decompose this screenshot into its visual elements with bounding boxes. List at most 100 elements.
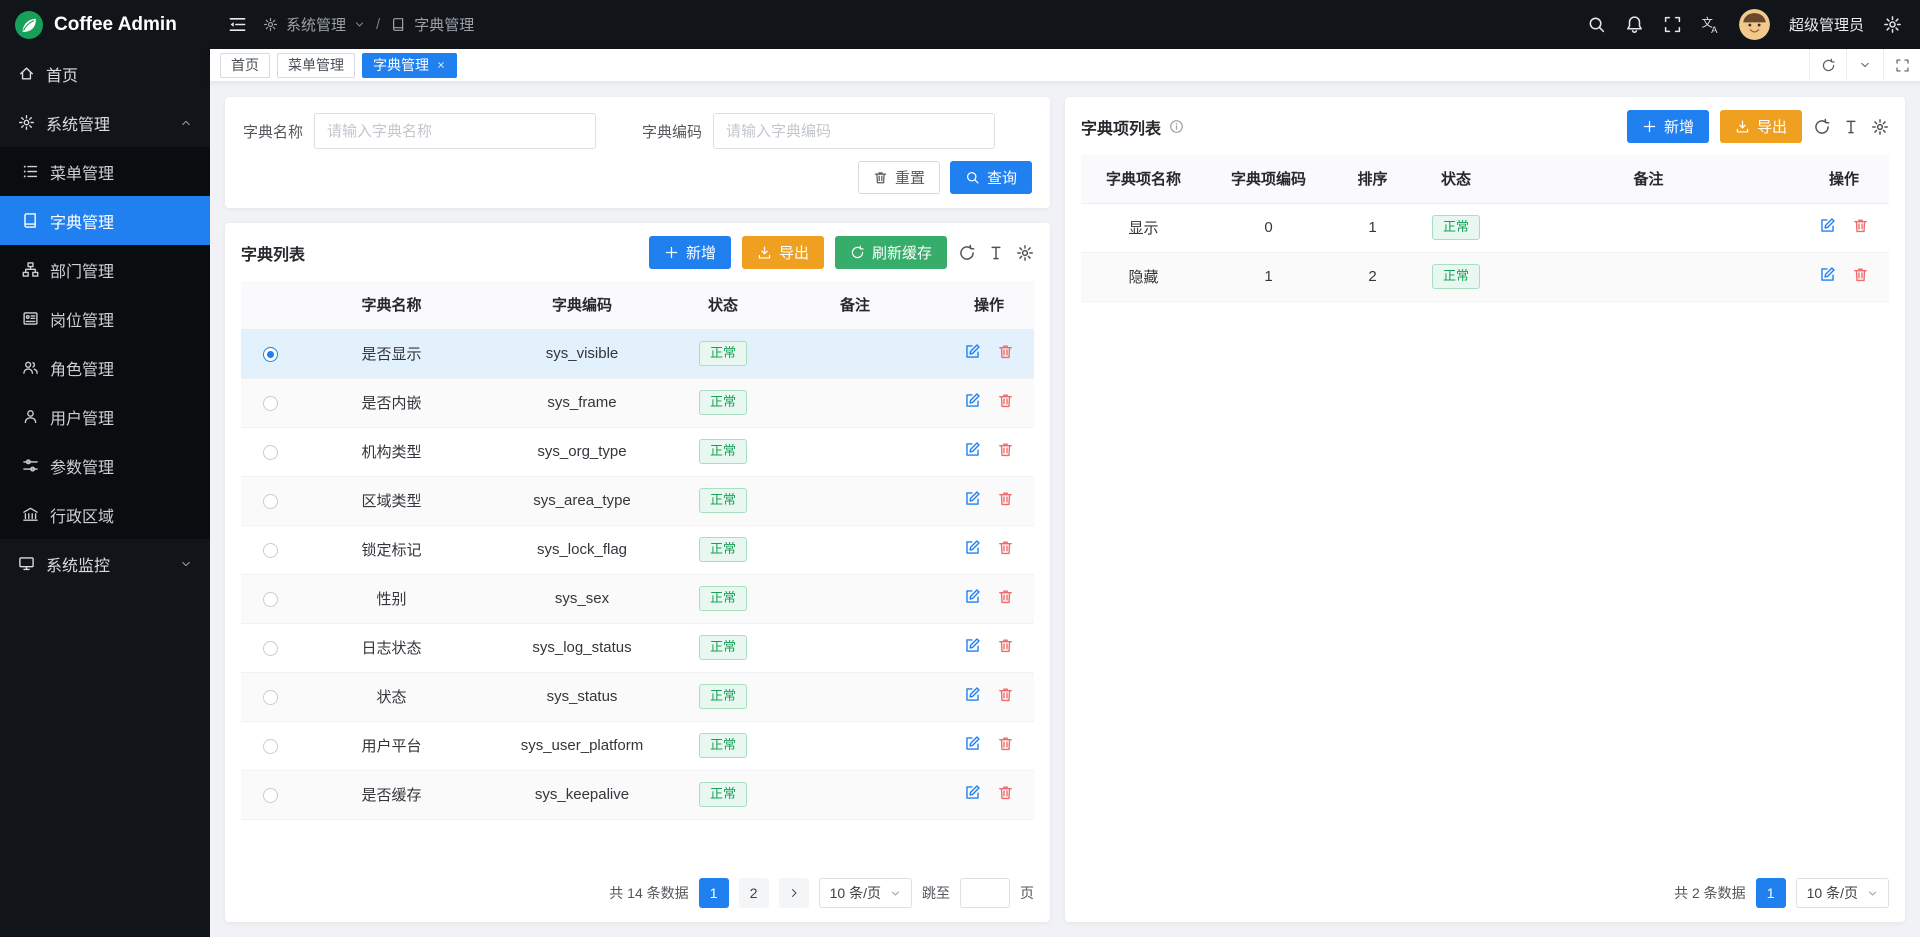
home-icon (18, 65, 35, 82)
next-page-button[interactable] (779, 878, 809, 908)
sidebar-item-user[interactable]: 用户管理 (0, 392, 210, 441)
table-row[interactable]: 是否缓存 sys_keepalive 正常 (241, 770, 1034, 819)
sidebar-item-menu[interactable]: 菜单管理 (0, 147, 210, 196)
table-row[interactable]: 区域类型 sys_area_type 正常 (241, 476, 1034, 525)
dict-code-input[interactable] (713, 113, 995, 149)
avatar[interactable] (1739, 9, 1770, 40)
table-row[interactable]: 是否内嵌 sys_frame 正常 (241, 378, 1034, 427)
column-settings-icon[interactable] (1871, 118, 1889, 136)
row-radio[interactable] (263, 347, 278, 362)
table-row[interactable]: 机构类型 sys_org_type 正常 (241, 427, 1034, 476)
info-icon[interactable] (1169, 119, 1184, 134)
content-fullscreen-icon[interactable] (1895, 58, 1910, 73)
font-size-icon[interactable] (1842, 118, 1860, 136)
app-logo[interactable]: Coffee Admin (0, 0, 210, 49)
delete-icon[interactable] (997, 343, 1014, 360)
edit-icon[interactable] (964, 490, 981, 507)
user-name[interactable]: 超级管理员 (1789, 14, 1864, 35)
sidebar-item-role[interactable]: 角色管理 (0, 343, 210, 392)
column-settings-icon[interactable] (1016, 244, 1034, 262)
table-row[interactable]: 显示 0 1 正常 (1081, 203, 1889, 252)
sidebar-item-home[interactable]: 首页 (0, 49, 210, 98)
table-row[interactable]: 锁定标记 sys_lock_flag 正常 (241, 525, 1034, 574)
fullscreen-icon[interactable] (1663, 15, 1682, 34)
delete-icon[interactable] (1852, 266, 1869, 283)
table-row[interactable]: 用户平台 sys_user_platform 正常 (241, 721, 1034, 770)
delete-icon[interactable] (997, 490, 1014, 507)
tab-options-chevron-icon[interactable] (1859, 59, 1871, 71)
page-button-1[interactable]: 1 (1756, 878, 1786, 908)
tab-home[interactable]: 首页 (220, 53, 270, 78)
edit-icon[interactable] (964, 441, 981, 458)
sidebar-item-region[interactable]: 行政区域 (0, 490, 210, 539)
row-radio[interactable] (263, 396, 278, 411)
jump-page-input[interactable] (960, 878, 1010, 908)
delete-icon[interactable] (997, 686, 1014, 703)
table-row[interactable]: 是否显示 sys_visible 正常 (241, 329, 1034, 378)
dict-name-input[interactable] (314, 113, 596, 149)
breadcrumb-item[interactable]: 系统管理 (286, 14, 346, 35)
translate-icon[interactable]: 文A (1701, 15, 1720, 34)
row-radio[interactable] (263, 641, 278, 656)
delete-icon[interactable] (997, 392, 1014, 409)
delete-icon[interactable] (997, 784, 1014, 801)
query-button[interactable]: 查询 (950, 161, 1032, 194)
refresh-table-icon[interactable] (1813, 118, 1831, 136)
export-button[interactable]: 导出 (742, 236, 824, 269)
table-row[interactable]: 性别 sys_sex 正常 (241, 574, 1034, 623)
page-button-2[interactable]: 2 (739, 878, 769, 908)
settings-gear-icon[interactable] (1883, 15, 1902, 34)
page-size-select[interactable]: 10 条/页 (819, 878, 912, 908)
page-button-1[interactable]: 1 (699, 878, 729, 908)
delete-icon[interactable] (997, 539, 1014, 556)
page-size-select[interactable]: 10 条/页 (1796, 878, 1889, 908)
row-radio[interactable] (263, 739, 278, 754)
breadcrumb-item[interactable]: 字典管理 (414, 14, 474, 35)
search-icon[interactable] (1587, 15, 1606, 34)
row-radio[interactable] (263, 788, 278, 803)
row-radio[interactable] (263, 690, 278, 705)
row-radio[interactable] (263, 445, 278, 460)
delete-icon[interactable] (1852, 217, 1869, 234)
refresh-tab-icon[interactable] (1821, 58, 1836, 73)
sidebar-group-system[interactable]: 系统管理 (0, 98, 210, 147)
delete-icon[interactable] (997, 441, 1014, 458)
font-size-icon[interactable] (987, 244, 1005, 262)
edit-icon[interactable] (964, 588, 981, 605)
edit-icon[interactable] (964, 343, 981, 360)
sidebar-item-dept[interactable]: 部门管理 (0, 245, 210, 294)
reset-button[interactable]: 重置 (858, 161, 940, 194)
edit-icon[interactable] (964, 735, 981, 752)
sidebar-item-post[interactable]: 岗位管理 (0, 294, 210, 343)
edit-icon[interactable] (964, 539, 981, 556)
delete-icon[interactable] (997, 735, 1014, 752)
row-radio[interactable] (263, 494, 278, 509)
sidebar-item-dict[interactable]: 字典管理 (0, 196, 210, 245)
edit-icon[interactable] (964, 686, 981, 703)
refresh-table-icon[interactable] (958, 244, 976, 262)
sidebar-group-monitor[interactable]: 系统监控 (0, 539, 210, 588)
tab-menu[interactable]: 菜单管理 (277, 53, 355, 78)
edit-icon[interactable] (1819, 266, 1836, 283)
table-row[interactable]: 状态 sys_status 正常 (241, 672, 1034, 721)
refresh-cache-button[interactable]: 刷新缓存 (835, 236, 947, 269)
notification-bell-icon[interactable] (1625, 15, 1644, 34)
tab-dict[interactable]: 字典管理 (362, 53, 457, 78)
sidebar-collapse-icon[interactable] (228, 15, 247, 34)
delete-icon[interactable] (997, 637, 1014, 654)
edit-icon[interactable] (964, 392, 981, 409)
breadcrumb: 系统管理 / 字典管理 (263, 14, 474, 35)
row-radio[interactable] (263, 592, 278, 607)
edit-icon[interactable] (964, 637, 981, 654)
row-radio[interactable] (263, 543, 278, 558)
close-icon[interactable] (436, 60, 446, 70)
edit-icon[interactable] (1819, 217, 1836, 234)
table-row[interactable]: 日志状态 sys_log_status 正常 (241, 623, 1034, 672)
edit-icon[interactable] (964, 784, 981, 801)
add-button[interactable]: 新增 (649, 236, 731, 269)
export-item-button[interactable]: 导出 (1720, 110, 1802, 143)
sidebar-item-param[interactable]: 参数管理 (0, 441, 210, 490)
table-row[interactable]: 隐藏 1 2 正常 (1081, 252, 1889, 301)
add-item-button[interactable]: 新增 (1627, 110, 1709, 143)
delete-icon[interactable] (997, 588, 1014, 605)
